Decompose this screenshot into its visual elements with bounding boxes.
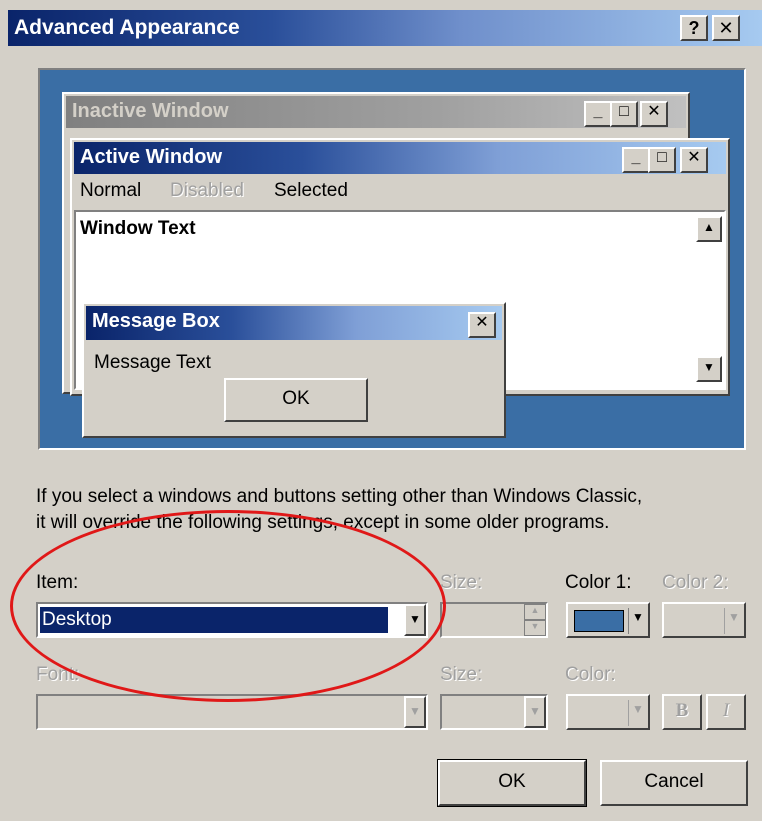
ok-button[interactable]: OK [437,759,587,807]
font-dropdown-icon[interactable]: ▼ [404,696,426,728]
dialog-title: Advanced Appearance [14,16,240,39]
message-text: Message Text [94,352,211,373]
window-text: Window Text [80,218,196,239]
active-maximize-icon: □ [648,147,676,173]
color1-label: Color 1: [565,572,632,593]
message-box-close-icon: ✕ [468,312,496,338]
size-down-icon[interactable]: ▼ [524,620,546,636]
active-window-title-bar: Active Window _ □ ✕ [74,142,726,174]
message-box-ok-button: OK [224,378,368,422]
inactive-close-icon: ✕ [640,101,668,127]
item-size-spinner[interactable]: ▲ ▼ [440,602,548,638]
help-button[interactable]: ? [680,15,708,41]
color1-divider [628,608,629,634]
item-size-label: Size: [440,572,483,593]
inactive-maximize-icon: □ [610,101,638,127]
inactive-window-title-bar: Inactive Window _ □ ✕ [66,96,686,128]
active-minimize-icon: _ [622,147,650,173]
scroll-up-icon: ▲ [696,216,722,242]
font-size-select[interactable]: ▼ [440,694,548,730]
font-color-dropdown-icon: ▼ [632,702,644,716]
message-box-preview: Message Box ✕ Message Text OK [82,302,506,438]
menu-disabled: Disabled [170,180,244,201]
color2-dropdown-icon: ▼ [728,610,740,624]
italic-button[interactable]: I [706,694,746,730]
color2-label: Color 2: [662,572,729,593]
info-text-line-1: If you select a windows and buttons sett… [36,486,643,507]
color1-button[interactable]: ▼ [566,602,650,638]
active-close-icon: ✕ [680,147,708,173]
close-button[interactable]: ✕ [712,15,740,41]
color1-swatch [574,610,624,632]
font-color-label: Color: [565,664,616,685]
annotation-circle [10,510,446,702]
advanced-appearance-dialog: Advanced Appearance ? ✕ Inactive Window … [0,0,762,821]
font-color-divider [628,700,629,726]
message-box-title-bar: Message Box ✕ [86,306,502,340]
color1-dropdown-icon: ▼ [632,610,644,624]
dialog-title-bar: Advanced Appearance ? ✕ [8,10,762,46]
active-window-title: Active Window [80,146,223,168]
preview-area[interactable]: Inactive Window _ □ ✕ Active Window _ □ … [38,68,746,450]
bold-button[interactable]: B [662,694,702,730]
font-size-dropdown-icon[interactable]: ▼ [524,696,546,728]
font-color-button[interactable]: ▼ [566,694,650,730]
inactive-minimize-icon: _ [584,101,612,127]
message-box-title: Message Box [92,310,220,332]
cancel-button[interactable]: Cancel [600,760,748,806]
scroll-down-icon: ▼ [696,356,722,382]
inactive-window-title: Inactive Window [72,100,229,122]
size-up-icon[interactable]: ▲ [524,604,546,620]
menu-selected: Selected [274,180,348,201]
color2-divider [724,608,725,634]
menu-normal: Normal [80,180,142,201]
font-size-label: Size: [440,664,483,685]
color2-button[interactable]: ▼ [662,602,746,638]
